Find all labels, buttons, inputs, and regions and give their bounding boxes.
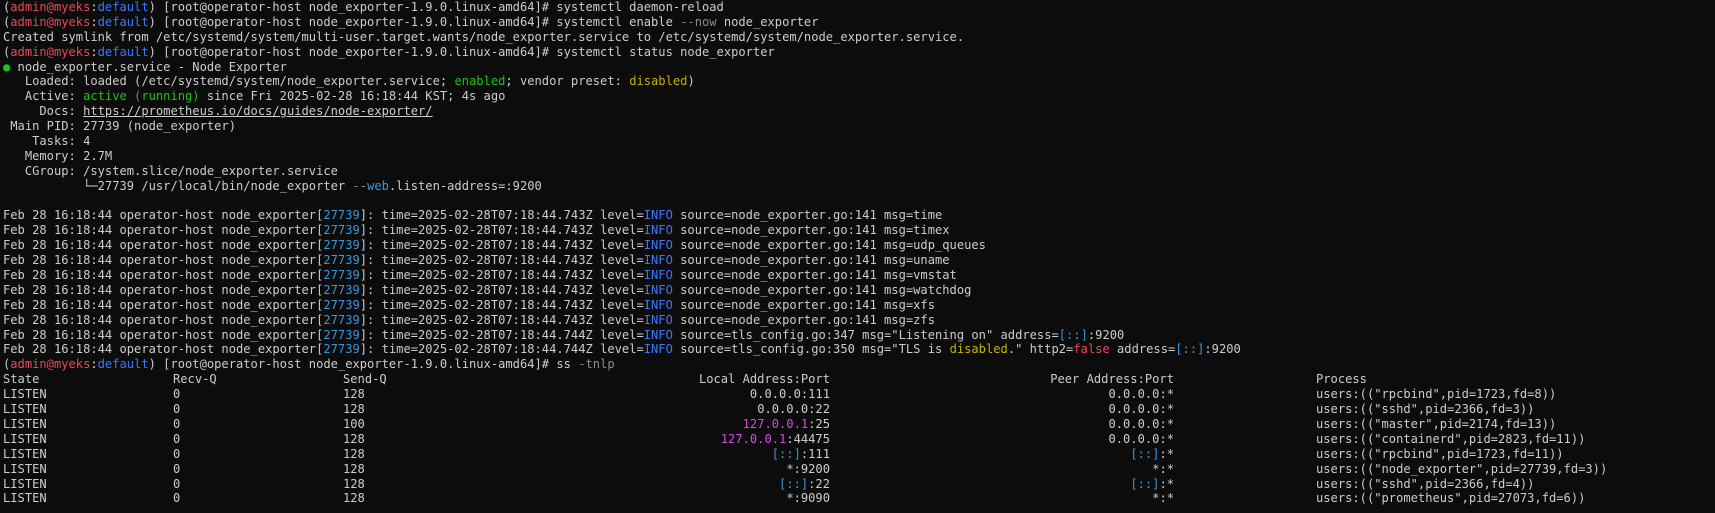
ss-peer-address: [::]:* — [1130, 446, 1174, 461]
ss-state: LISTEN — [3, 431, 47, 446]
ss-state: LISTEN — [3, 491, 47, 506]
command-ss: ss — [556, 357, 579, 372]
status-docs: Docs: https://prometheus.io/docs/guides/… — [3, 104, 433, 119]
log-line: Feb 28 16:18:44 operator-host node_expor… — [3, 342, 1241, 357]
ss-header-recv: Recv-Q — [173, 372, 217, 387]
ss-state: LISTEN — [3, 461, 47, 476]
ss-peer-address: 0.0.0.0:* — [1108, 387, 1174, 402]
log-line: Feb 28 16:18:44 operator-host node_expor… — [3, 238, 986, 253]
log-line: Feb 28 16:18:44 operator-host node_expor… — [3, 208, 943, 223]
ss-local-address: *:9090 — [786, 491, 830, 506]
ss-process: users:(("sshd",pid=2366,fd=4)) — [1316, 476, 1535, 491]
ss-recv: 0 — [173, 431, 181, 446]
ss-peer-address: *:* — [1152, 491, 1174, 506]
ss-send: 128 — [343, 476, 365, 491]
ss-send: 128 — [343, 461, 365, 476]
log-line: Feb 28 16:18:44 operator-host node_expor… — [3, 268, 957, 283]
ss-peer-address: [::]:* — [1130, 476, 1174, 491]
ss-recv: 0 — [173, 402, 181, 417]
ss-peer-address: 0.0.0.0:* — [1108, 402, 1174, 417]
ss-recv: 0 — [173, 387, 181, 402]
status-tasks: Tasks: 4 — [3, 134, 91, 149]
log-line: Feb 28 16:18:44 operator-host node_expor… — [3, 312, 935, 327]
log-line: Feb 28 16:18:44 operator-host node_expor… — [3, 223, 950, 238]
ss-send: 128 — [343, 387, 365, 402]
ss-send: 128 — [343, 431, 365, 446]
table-row: LISTEN 0 128 *:9200 *:* users:(("node_exporte… — [3, 462, 1715, 477]
ss-peer-address: *:* — [1152, 461, 1174, 476]
ss-peer-address: 0.0.0.0:* — [1108, 431, 1174, 446]
ss-send: 128 — [343, 446, 365, 461]
ss-recv: 0 — [173, 491, 181, 506]
prompt-line: (admin@myeks:default) [root@operator-hos… — [3, 14, 819, 29]
prompt-line: (admin@myeks:default) [root@operator-hos… — [3, 0, 724, 14]
ss-process: users:(("prometheus",pid=27073,fd=6)) — [1316, 491, 1586, 506]
symlink-output: Created symlink from /etc/systemd/system… — [3, 29, 965, 44]
log-line: Feb 28 16:18:44 operator-host node_expor… — [3, 282, 972, 297]
ss-header-send: Send-Q — [343, 372, 387, 387]
ss-local-address: 127.0.0.1:44475 — [720, 431, 830, 446]
table-row: LISTEN 0 128 0.0.0.0:111 0.0.0.0:* users:(("r… — [3, 387, 1715, 402]
ss-process: users:(("sshd",pid=2366,fd=3)) — [1316, 402, 1535, 417]
ss-state: LISTEN — [3, 446, 47, 461]
ss-recv: 0 — [173, 446, 181, 461]
ss-header-local: Local Address:Port — [698, 372, 830, 387]
command-daemon-reload: systemctl daemon-reload — [556, 0, 724, 14]
ss-header-process: Process — [1316, 372, 1367, 387]
ss-process: users:(("node_exporter",pid=27739,fd=3)) — [1316, 461, 1608, 476]
ss-local-address: [::]:111 — [771, 446, 830, 461]
ss-local-address: [::]:22 — [779, 476, 830, 491]
table-row: LISTEN 0 128 127.0.0.1:44475 0.0.0.0:* users:… — [3, 432, 1715, 447]
status-active: Active: active (running) since Fri 2025-… — [3, 89, 506, 104]
log-line: Feb 28 16:18:44 operator-host node_expor… — [3, 253, 950, 268]
ss-state: LISTEN — [3, 476, 47, 491]
status-memory: Memory: 2.7M — [3, 148, 113, 163]
terminal-window[interactable]: (admin@myeks:default) [root@operator-hos… — [0, 0, 1715, 506]
ss-local-address: 0.0.0.0:111 — [749, 387, 830, 402]
status-loaded: Loaded: loaded (/etc/systemd/system/node… — [3, 74, 695, 89]
command-status: systemctl status node_exporter — [556, 44, 775, 59]
ss-local-address: *:9200 — [786, 461, 830, 476]
docs-link[interactable]: https://prometheus.io/docs/guides/node-e… — [83, 104, 433, 118]
ss-header-peer: Peer Address:Port — [1050, 372, 1174, 387]
ss-recv: 0 — [173, 476, 181, 491]
ss-send: 128 — [343, 402, 365, 417]
ss-process: users:(("rpcbind",pid=1723,fd=8)) — [1316, 387, 1557, 402]
table-row: LISTEN 0 128 [::]:22 [::]:* users:(("sshd",pi… — [3, 477, 1715, 492]
ss-recv: 0 — [173, 461, 181, 476]
ss-recv: 0 — [173, 416, 181, 431]
ss-process: users:(("containerd",pid=2823,fd=11)) — [1316, 431, 1586, 446]
prompt-line: (admin@myeks:default) [root@operator-hos… — [3, 44, 775, 59]
ss-header-state: State — [3, 372, 40, 387]
status-mainpid: Main PID: 27739 (node_exporter) — [3, 119, 236, 134]
ss-process: users:(("rpcbind",pid=1723,fd=11)) — [1316, 446, 1564, 461]
table-row: LISTEN 0 128 [::]:111 [::]:* users:(("rpcbind… — [3, 447, 1715, 462]
table-row: LISTEN 0 128 *:9090 *:* users:(("prometheus",… — [3, 491, 1715, 506]
table-row: LISTEN 0 100 127.0.0.1:25 0.0.0.0:* users:(("… — [3, 417, 1715, 432]
log-line: Feb 28 16:18:44 operator-host node_expor… — [3, 327, 1125, 342]
ss-send: 128 — [343, 491, 365, 506]
ss-send: 100 — [343, 416, 365, 431]
ss-state: LISTEN — [3, 387, 47, 402]
ss-header: State Recv-Q Send-Q Local Address:Port P… — [3, 372, 1715, 387]
ss-table: LISTEN 0 128 0.0.0.0:111 0.0.0.0:* users:(("r… — [3, 387, 1715, 506]
ss-local-address: 0.0.0.0:22 — [757, 402, 830, 417]
prompt-line: (admin@myeks:default) [root@operator-hos… — [3, 357, 615, 372]
log-line: Feb 28 16:18:44 operator-host node_expor… — [3, 297, 935, 312]
ss-peer-address: 0.0.0.0:* — [1108, 416, 1174, 431]
status-cgroup: CGroup: /system.slice/node_exporter.serv… — [3, 163, 338, 178]
ss-state: LISTEN — [3, 416, 47, 431]
ss-state: LISTEN — [3, 402, 47, 417]
ss-local-address: 127.0.0.1:25 — [742, 416, 830, 431]
journal-log: Feb 28 16:18:44 operator-host node_expor… — [3, 208, 1715, 327]
status-cgroup-child: └─27739 /usr/local/bin/node_exporter --w… — [3, 178, 542, 193]
ss-process: users:(("master",pid=2174,fd=13)) — [1316, 416, 1557, 431]
table-row: LISTEN 0 128 0.0.0.0:22 0.0.0.0:* users:(("ss… — [3, 402, 1715, 417]
service-title: ● node_exporter.service - Node Exporter — [3, 59, 287, 74]
command-enable: systemctl enable — [556, 14, 681, 29]
